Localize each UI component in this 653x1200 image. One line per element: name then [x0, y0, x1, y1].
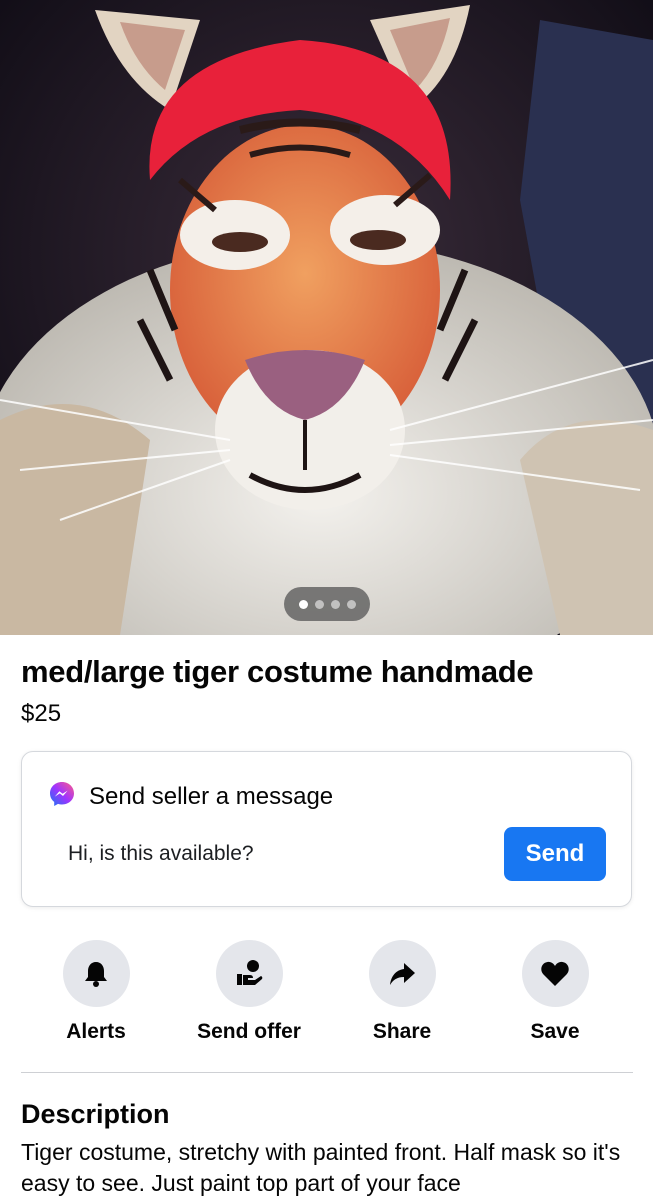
- listing-photo[interactable]: [0, 0, 653, 635]
- alerts-button-circle[interactable]: [62, 940, 130, 1007]
- pager-dot[interactable]: [314, 599, 324, 609]
- pager-dot[interactable]: [346, 599, 356, 609]
- alerts-label: Alerts: [66, 1020, 126, 1043]
- bell-icon: [85, 961, 107, 987]
- description-text: Tiger costume, stretchy with painted fro…: [21, 1139, 621, 1196]
- listing-title: med/large tiger costume handmade: [21, 654, 534, 689]
- heart-icon: [541, 961, 569, 986]
- action-bar: Alerts Send offer Share Save: [20, 940, 633, 1050]
- message-seller-card: Send seller a message Hi, is this availa…: [21, 751, 632, 907]
- message-heading: Send seller a message: [89, 783, 334, 810]
- messenger-icon: [50, 782, 74, 806]
- share-button[interactable]: Share: [327, 940, 477, 1044]
- send-offer-button-circle[interactable]: [215, 940, 283, 1007]
- share-label: Share: [372, 1020, 432, 1043]
- save-button-circle[interactable]: [521, 940, 589, 1007]
- photo-pager[interactable]: [284, 587, 370, 621]
- save-label: Save: [530, 1020, 580, 1043]
- description-heading: Description: [21, 1099, 170, 1129]
- share-button-circle[interactable]: [368, 940, 436, 1007]
- pager-dot-active[interactable]: [298, 599, 308, 609]
- send-offer-button[interactable]: Send offer: [174, 940, 324, 1044]
- share-arrow-icon: [390, 962, 415, 985]
- send-offer-label: Send offer: [197, 1020, 301, 1043]
- listing-price: $25: [21, 700, 62, 727]
- hand-coin-icon: [237, 959, 263, 985]
- tiger-costume-image: [0, 0, 653, 635]
- send-button[interactable]: Send: [504, 827, 606, 881]
- message-input[interactable]: Hi, is this available?: [68, 842, 254, 866]
- alerts-button[interactable]: Alerts: [21, 940, 171, 1044]
- save-button[interactable]: Save: [480, 940, 630, 1044]
- divider: [21, 1072, 633, 1073]
- pager-dot[interactable]: [330, 599, 340, 609]
